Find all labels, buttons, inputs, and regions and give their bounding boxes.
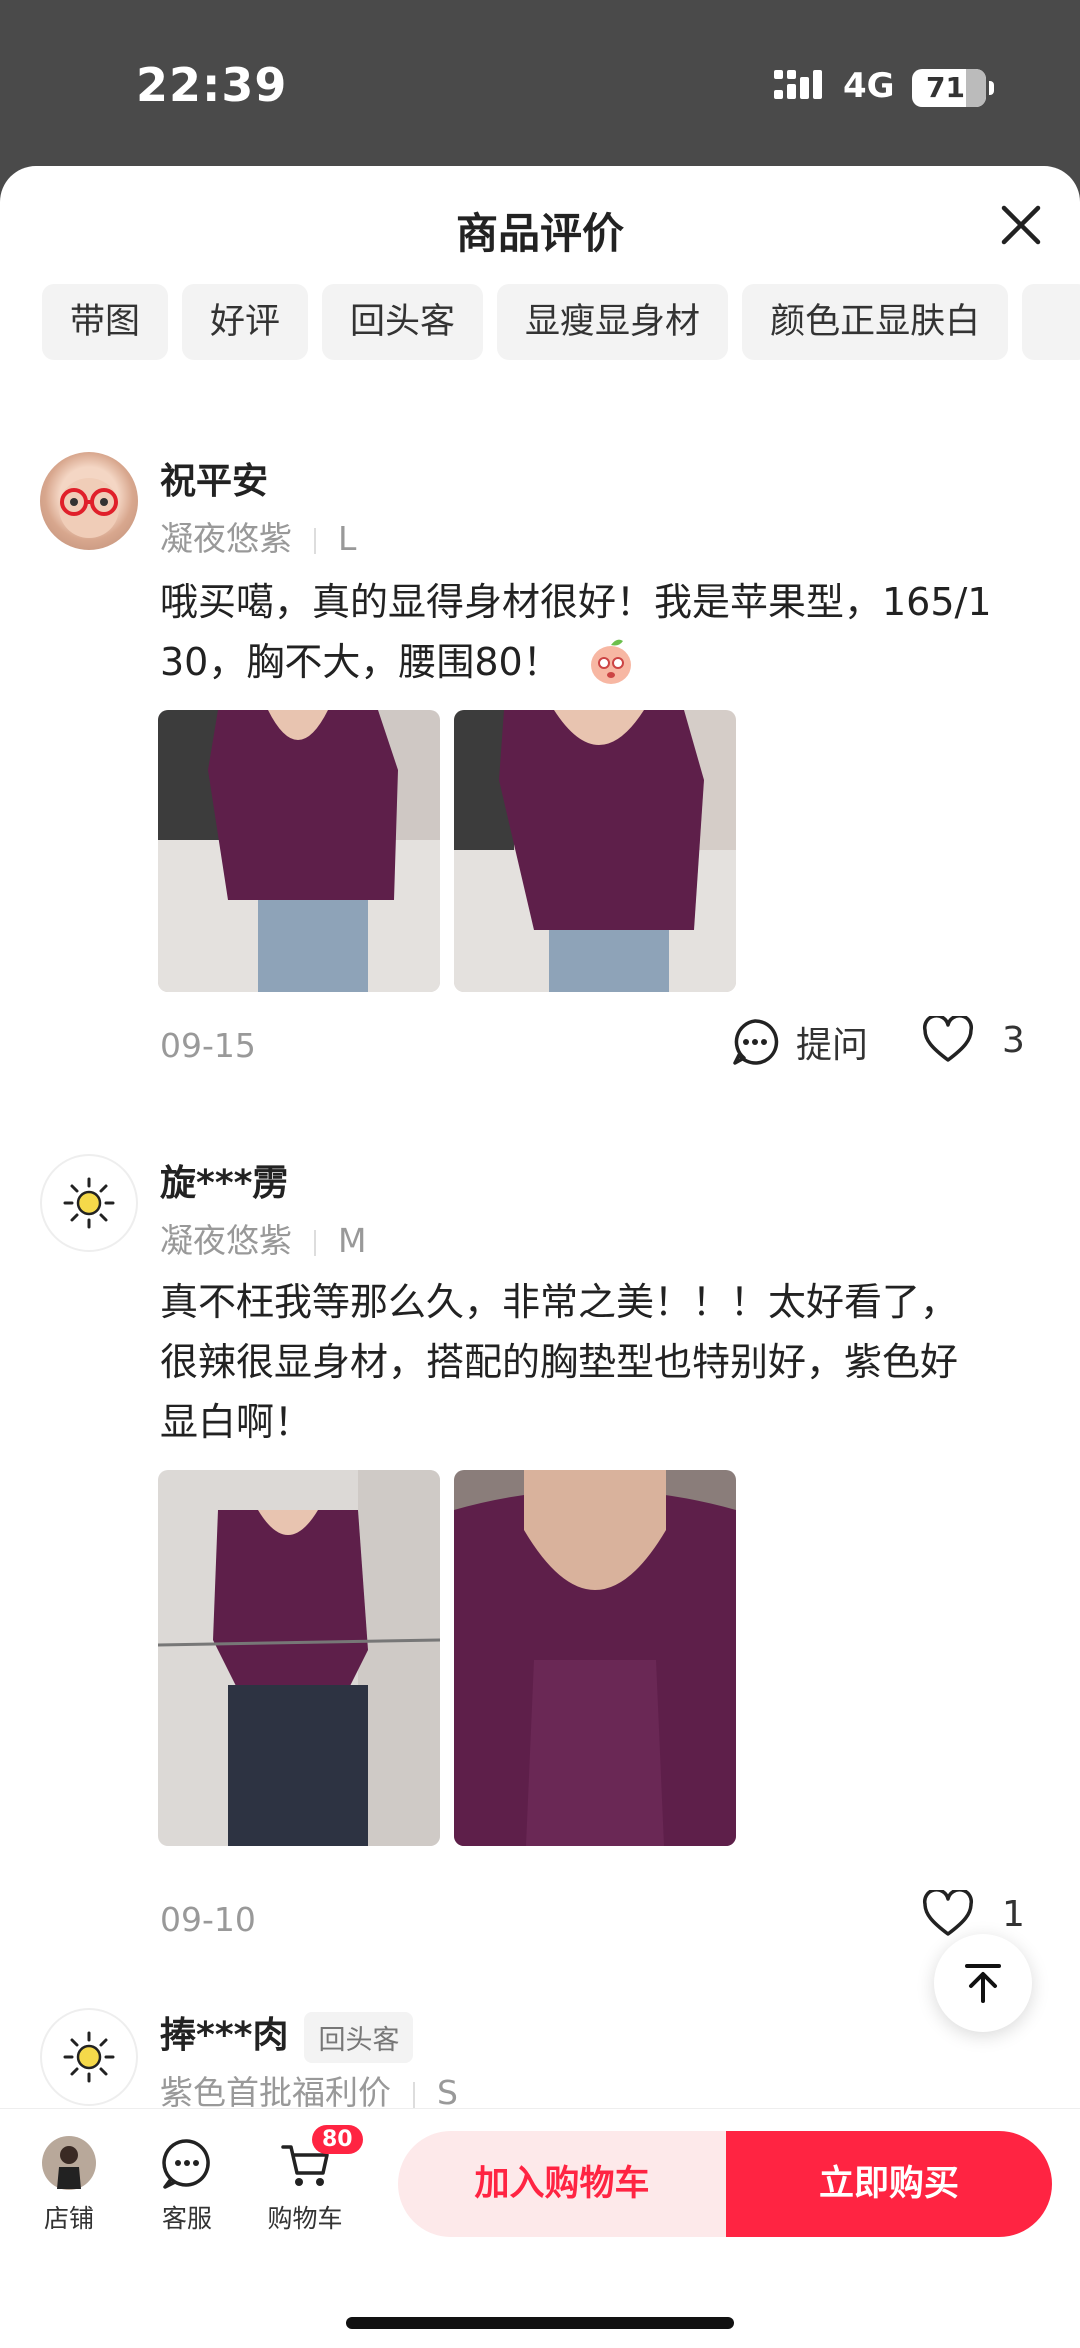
review-variant: 凝夜悠紫 M bbox=[160, 1214, 366, 1262]
shop-avatar-icon bbox=[42, 2136, 96, 2190]
review-text-line: 真不枉我等那么久，非常之美！！！太好看了， bbox=[160, 1280, 959, 1324]
variant-color: 紫色首批福利价 bbox=[160, 2073, 391, 2112]
variant-size: M bbox=[338, 1221, 367, 1260]
review-text: 哦买噶，真的显得身材很好！我是苹果型，165/1 30，胸不大，腰围80！ bbox=[160, 572, 1030, 692]
sheet-title: 商品评价 bbox=[455, 209, 624, 258]
service-nav-button[interactable]: 客服 bbox=[142, 2135, 232, 2235]
tag-chip-color[interactable]: 颜色正显肤白 bbox=[742, 284, 1009, 360]
review-date: 09-10 bbox=[160, 1900, 256, 1939]
cart-count-badge: 80 bbox=[312, 2125, 363, 2154]
avatar[interactable] bbox=[40, 2008, 138, 2106]
variant-size: L bbox=[338, 519, 357, 558]
tag-chip-slimming[interactable]: 显瘦显身材 bbox=[497, 284, 729, 360]
status-time: 22:39 bbox=[136, 58, 288, 112]
avatar[interactable] bbox=[40, 1154, 138, 1252]
tag-chip-positive[interactable]: 好评 bbox=[182, 284, 309, 360]
review-text-line: 显白啊！ bbox=[160, 1400, 313, 1444]
status-bar: 22:39 4G 71 bbox=[0, 0, 1080, 170]
review-photo[interactable] bbox=[454, 1470, 736, 1846]
variant-color: 凝夜悠紫 bbox=[160, 1221, 292, 1260]
review-date: 09-15 bbox=[160, 1026, 256, 1065]
arrow-up-icon bbox=[965, 1964, 1001, 2003]
add-to-cart-button[interactable]: 加入购物车 bbox=[398, 2131, 726, 2237]
signal-icon bbox=[774, 70, 822, 99]
ask-question-button[interactable]: 提问 bbox=[730, 1016, 868, 1068]
tag-chip-with-photo[interactable]: 带图 bbox=[42, 284, 169, 360]
tag-chip-returning[interactable]: 回头客 bbox=[322, 284, 484, 360]
review-text: 真不枉我等那么久，非常之美！！！太好看了， 很辣很显身材，搭配的胸垫型也特别好，… bbox=[160, 1272, 1030, 1452]
customer-service-icon bbox=[162, 2139, 210, 2189]
chat-bubble-icon bbox=[733, 1019, 779, 1065]
review-text-line: 很辣很显身材，搭配的胸垫型也特别好，紫色好 bbox=[160, 1340, 959, 1384]
close-icon[interactable] bbox=[998, 202, 1044, 248]
avatar[interactable] bbox=[40, 452, 138, 550]
review-username-text: 捧***肉 bbox=[160, 2015, 289, 2056]
sun-icon bbox=[63, 2031, 115, 2083]
reviews-sheet: 商品评价 带图 好评 回头客 显瘦显身材 颜色正显肤白 祝平安 凝夜悠紫 L 哦买噶，真的… bbox=[0, 166, 1080, 2348]
battery-icon: 71 bbox=[912, 69, 994, 107]
review-variant: 凝夜悠紫 L bbox=[160, 512, 356, 560]
like-count: 3 bbox=[1002, 1019, 1025, 1061]
bottom-action-bar: 店铺 客服 购物车 80 加入购物车 立即购买 bbox=[0, 2108, 1080, 2348]
review-username: 旋***雳 bbox=[160, 1163, 289, 1204]
battery-level: 71 bbox=[926, 71, 965, 104]
sun-icon bbox=[63, 1177, 115, 1229]
review-photo[interactable] bbox=[158, 710, 440, 992]
review-text-line: 哦买噶，真的显得身材很好！我是苹果型，165/1 bbox=[160, 580, 992, 624]
buy-now-button[interactable]: 立即购买 bbox=[726, 2131, 1052, 2237]
variant-color: 凝夜悠紫 bbox=[160, 519, 292, 558]
review-photo[interactable] bbox=[454, 710, 736, 992]
like-button[interactable]: 3 bbox=[922, 1016, 1025, 1064]
like-button[interactable]: 1 bbox=[922, 1890, 1025, 1938]
shop-label: 店铺 bbox=[43, 2204, 94, 2233]
cart-label: 购物车 bbox=[267, 2204, 343, 2233]
returning-customer-badge: 回头客 bbox=[304, 2011, 414, 2063]
variant-size: S bbox=[437, 2073, 458, 2112]
ask-question-label: 提问 bbox=[796, 1025, 869, 1066]
heart-icon bbox=[922, 1890, 974, 1936]
back-to-top-button[interactable] bbox=[934, 1934, 1032, 2032]
review-username: 捧***肉 回头客 bbox=[160, 2006, 414, 2063]
emoji-peach-icon bbox=[590, 639, 631, 684]
review-text-span: 30，胸不大，腰围80！ bbox=[160, 640, 561, 684]
service-label: 客服 bbox=[161, 2204, 212, 2233]
shop-nav-button[interactable]: 店铺 bbox=[24, 2135, 114, 2235]
review-photo[interactable] bbox=[158, 1470, 440, 1846]
network-label: 4G bbox=[843, 66, 895, 106]
review-text-line: 30，胸不大，腰围80！ bbox=[160, 632, 1030, 692]
review-variant: 紫色首批福利价 S bbox=[160, 2066, 458, 2114]
heart-icon bbox=[922, 1016, 974, 1062]
tag-chip-more[interactable] bbox=[1022, 284, 1080, 360]
home-indicator bbox=[346, 2317, 734, 2329]
review-username: 祝平安 bbox=[160, 461, 269, 502]
filter-tags: 带图 好评 回头客 显瘦显身材 颜色正显肤白 bbox=[42, 284, 1080, 360]
like-count: 1 bbox=[1002, 1893, 1025, 1935]
